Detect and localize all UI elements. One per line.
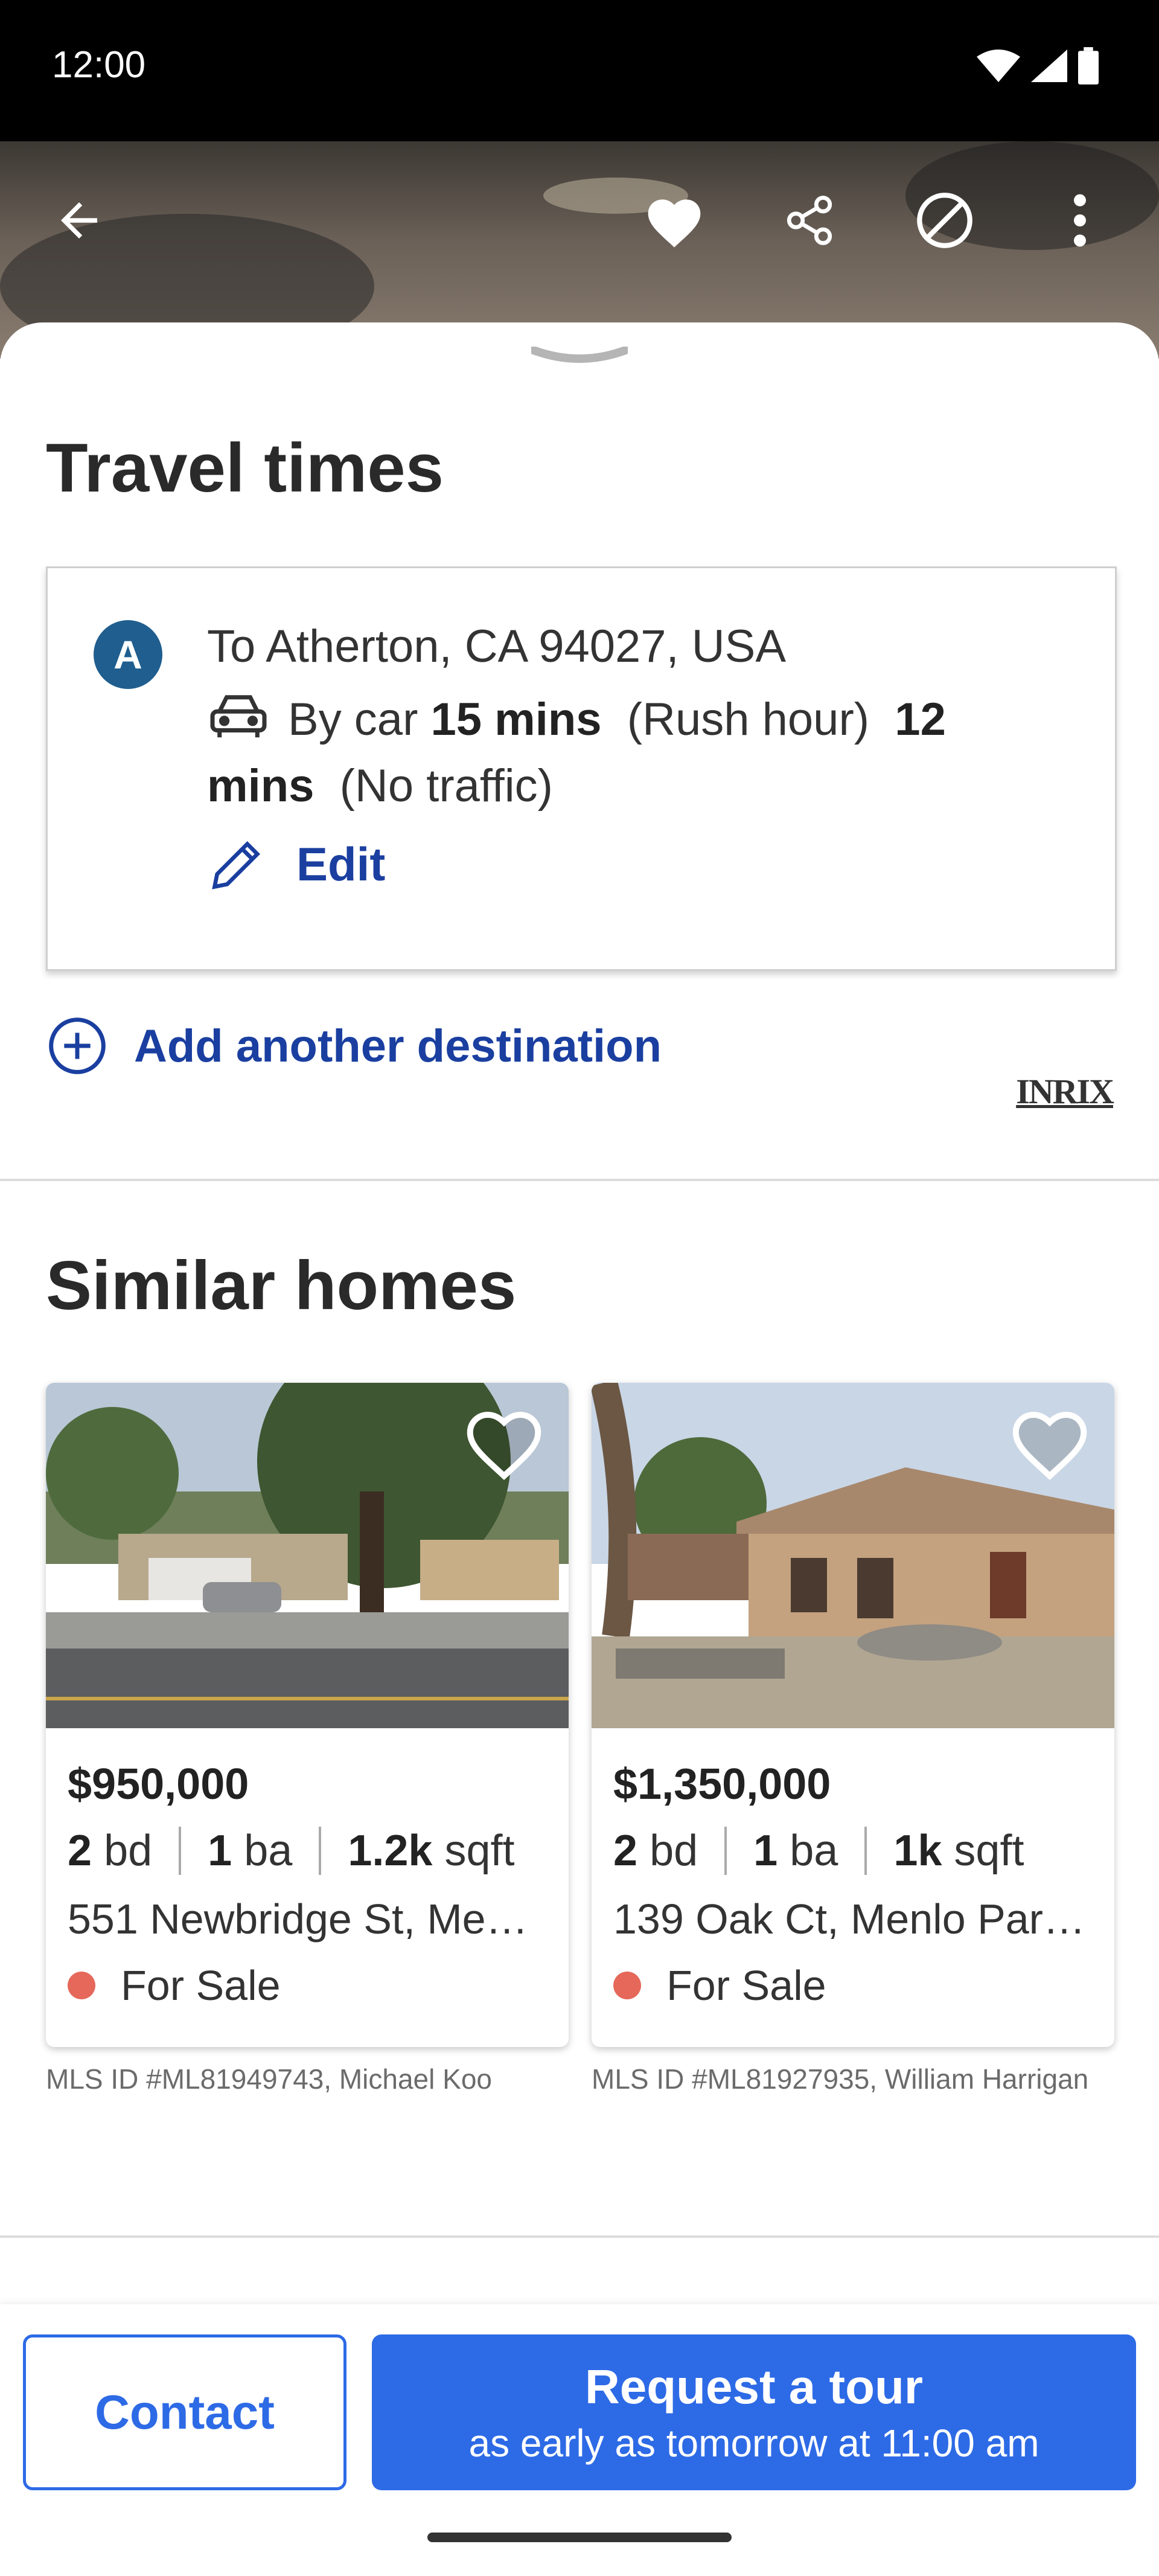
no-traffic-label: (No traffic) xyxy=(339,760,553,812)
share-icon xyxy=(787,196,832,245)
request-tour-label: Request a tour xyxy=(584,2360,924,2414)
beds-count: 2 xyxy=(68,1827,92,1875)
request-tour-subtitle: as early as tomorrow at 11:00 am xyxy=(468,2421,1039,2465)
beds-unit: bd xyxy=(104,1827,153,1875)
listing-status: For Sale xyxy=(613,1961,826,2010)
baths-count: 1 xyxy=(753,1827,778,1875)
heart-outline-icon xyxy=(467,1411,541,1481)
status-dot-icon xyxy=(68,1972,95,1999)
spec-divider xyxy=(179,1827,182,1875)
spec-divider xyxy=(864,1827,867,1875)
inrix-logo: INRIX xyxy=(1016,1072,1114,1111)
rush-hour-time: 15 mins xyxy=(430,694,602,745)
listing-status: For Sale xyxy=(68,1961,281,2010)
save-listing-button[interactable] xyxy=(1004,1400,1095,1487)
listing-card[interactable]: $950,000 2 bd 1 ba 1.2k sqft 551 Newbrid… xyxy=(46,1383,569,2047)
baths-unit: ba xyxy=(790,1827,838,1875)
contact-button[interactable]: Contact xyxy=(23,2334,346,2490)
listing-price: $950,000 xyxy=(68,1760,249,1809)
beds-unit: bd xyxy=(650,1827,698,1875)
back-button[interactable] xyxy=(46,187,112,254)
pencil-icon xyxy=(212,841,261,889)
spec-divider xyxy=(724,1827,727,1875)
wifi-icon xyxy=(977,50,1020,82)
car-icon xyxy=(210,695,267,738)
listing-card[interactable]: $1,350,000 2 bd 1 ba 1k sqft 139 Oak Ct,… xyxy=(592,1383,1114,2047)
edit-label: Edit xyxy=(296,837,386,891)
destination-badge: A xyxy=(94,620,162,689)
share-button[interactable] xyxy=(776,187,843,254)
add-destination-button[interactable]: Add another destination xyxy=(46,1014,662,1077)
favorite-button[interactable] xyxy=(641,187,707,254)
top-app-bar xyxy=(0,163,1159,278)
destination-address: To Atherton, CA 94027, USA xyxy=(207,621,787,672)
add-circle-icon xyxy=(49,1017,106,1074)
listing-mls-credit: MLS ID #ML81927935, William Harrigan xyxy=(592,2063,1089,2095)
baths-unit: ba xyxy=(244,1827,293,1875)
baths-count: 1 xyxy=(208,1827,232,1875)
travel-times-title: Travel times xyxy=(46,430,444,507)
listing-address: 551 Newbridge St, Menl... xyxy=(68,1895,551,1943)
listing-price: $1,350,000 xyxy=(613,1760,831,1809)
home-indicator[interactable] xyxy=(427,2533,732,2542)
rush-hour-label: (Rush hour) xyxy=(627,694,870,745)
back-arrow-icon xyxy=(61,202,97,239)
more-options-button[interactable] xyxy=(1047,187,1113,254)
travel-time-card: A To Atherton, CA 94027, USA By car 15 m… xyxy=(46,566,1117,971)
hide-icon xyxy=(917,193,972,248)
signal-icon xyxy=(1031,50,1067,82)
status-dot-icon xyxy=(613,1972,641,1999)
listing-mls-credit: MLS ID #ML81949743, Michael Koo xyxy=(46,2063,492,2095)
battery-icon xyxy=(1078,47,1099,85)
add-destination-label: Add another destination xyxy=(134,1020,662,1072)
spec-divider xyxy=(319,1827,322,1875)
sqft-unit: sqft xyxy=(444,1827,515,1875)
section-divider xyxy=(0,1179,1159,1181)
status-label: For Sale xyxy=(121,1962,281,2009)
sqft-value: 1.2k xyxy=(348,1827,433,1875)
status-time: 12:00 xyxy=(52,44,146,86)
similar-homes-title: Similar homes xyxy=(46,1248,517,1324)
listing-specs: 2 bd 1 ba 1k sqft xyxy=(613,1826,1024,1876)
hide-listing-button[interactable] xyxy=(912,187,978,254)
heart-outline-icon xyxy=(1012,1411,1087,1481)
heart-icon xyxy=(648,199,701,248)
travel-mode: By car xyxy=(288,694,418,745)
sqft-unit: sqft xyxy=(954,1827,1024,1875)
similar-homes-carousel[interactable]: $950,000 2 bd 1 ba 1.2k sqft 551 Newbrid… xyxy=(46,1383,1159,2095)
more-vert-icon xyxy=(1074,194,1086,247)
listing-specs: 2 bd 1 ba 1.2k sqft xyxy=(68,1826,515,1876)
listing-address: 139 Oak Ct, Menlo Park,... xyxy=(613,1895,1096,1943)
status-bar: 12:00 xyxy=(0,0,1159,141)
sqft-value: 1k xyxy=(893,1827,942,1875)
request-tour-button[interactable]: Request a tour as early as tomorrow at 1… xyxy=(372,2334,1136,2490)
travel-times-text: By car 15 mins (Rush hour) 12 mins (No t… xyxy=(207,687,1052,819)
save-listing-button[interactable] xyxy=(459,1400,549,1487)
edit-destination-button[interactable]: Edit xyxy=(207,834,385,894)
status-label: For Sale xyxy=(666,1962,826,2009)
sheet-collapse-handle[interactable] xyxy=(531,347,628,371)
status-icons xyxy=(977,47,1099,85)
beds-count: 2 xyxy=(613,1827,638,1875)
section-divider xyxy=(0,2235,1159,2238)
